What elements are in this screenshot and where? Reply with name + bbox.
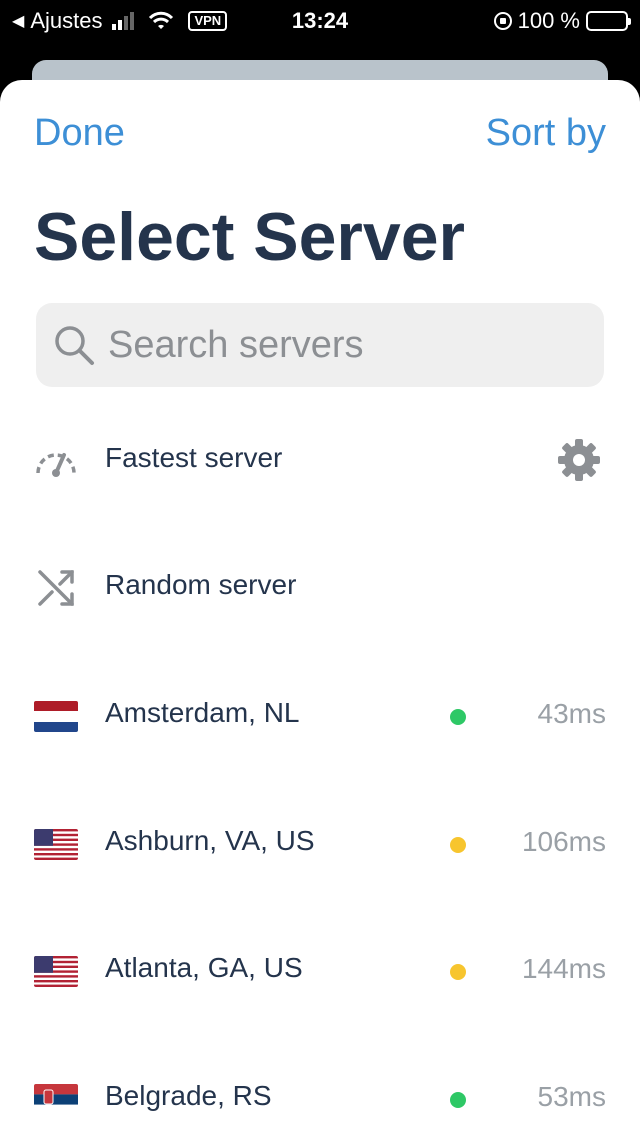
rotation-lock-icon	[493, 12, 512, 30]
search-input[interactable]	[108, 323, 588, 367]
battery-percent: 100 %	[517, 8, 580, 33]
server-name: Belgrade, RS	[105, 1080, 272, 1111]
battery-icon	[586, 11, 631, 31]
us-flag-icon	[34, 956, 78, 987]
server-row[interactable]: Belgrade, RS 53ms	[0, 1054, 640, 1136]
search-bar[interactable]	[36, 303, 604, 387]
status-dot	[450, 1092, 466, 1108]
speedometer-icon	[36, 453, 76, 477]
server-sheet: Done Sort by Select Server Fastest serve…	[0, 80, 640, 1136]
server-row[interactable]: Atlanta, GA, US 144ms	[0, 926, 640, 1016]
status-dot	[450, 709, 466, 725]
serbia-flag-icon	[34, 1084, 78, 1115]
server-row[interactable]: Ashburn, VA, US 106ms	[0, 799, 640, 889]
server-row[interactable]: Amsterdam, NL 43ms	[0, 671, 640, 761]
random-server-row[interactable]: Random server	[0, 543, 640, 633]
sort-by-button[interactable]: Sort by	[486, 112, 606, 155]
server-latency: 106ms	[521, 826, 606, 857]
server-latency: 53ms	[537, 1081, 606, 1112]
gear-icon[interactable]	[556, 437, 602, 483]
server-name: Ashburn, VA, US	[105, 825, 315, 856]
server-latency: 43ms	[537, 698, 606, 729]
random-server-label: Random server	[105, 569, 297, 600]
done-button[interactable]: Done	[34, 112, 125, 155]
fastest-server-label: Fastest server	[105, 442, 283, 473]
server-name: Atlanta, GA, US	[105, 952, 303, 983]
us-flag-icon	[34, 829, 78, 860]
fastest-server-row[interactable]: Fastest server	[0, 416, 640, 506]
shuffle-icon	[38, 570, 74, 606]
status-dot	[450, 837, 466, 853]
server-name: Amsterdam, NL	[105, 697, 300, 728]
page-title: Select Server	[34, 199, 465, 275]
server-latency: 144ms	[521, 953, 606, 984]
search-icon	[55, 326, 94, 365]
status-dot	[450, 964, 466, 980]
status-bar: ◀ Ajustes VPN 13:24 100 %	[0, 0, 640, 42]
netherlands-flag-icon	[34, 701, 78, 732]
